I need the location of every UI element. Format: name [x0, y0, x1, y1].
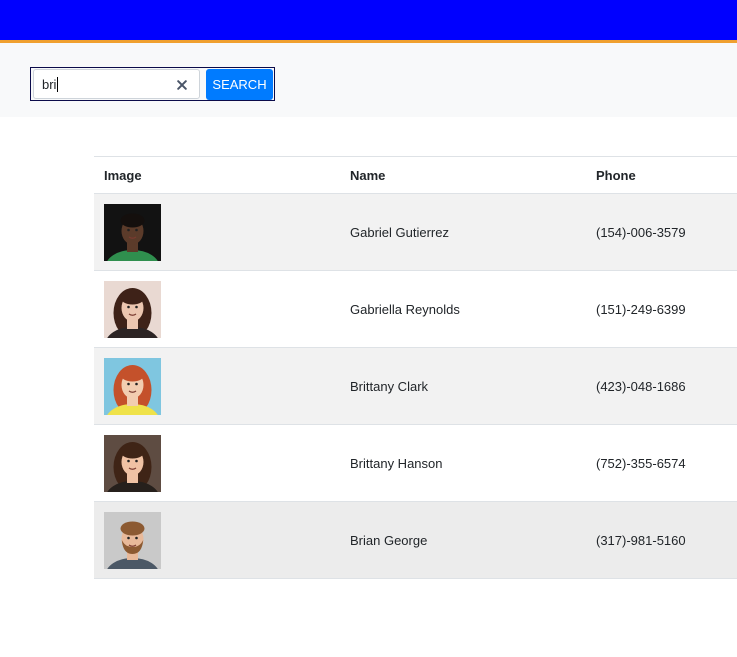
avatar [104, 434, 161, 492]
image-cell [94, 194, 340, 270]
table-body: Gabriel Gutierrez (154)-006-3579 Gabriel… [94, 194, 737, 579]
avatar [104, 511, 161, 569]
table-row: Gabriel Gutierrez (154)-006-3579 [94, 194, 737, 271]
table-row: Brittany Clark (423)-048-1686 [94, 348, 737, 425]
image-cell [94, 348, 340, 424]
image-cell [94, 271, 340, 347]
image-cell [94, 425, 340, 501]
phone-cell: (423)-048-1686 [596, 378, 686, 394]
top-bar [0, 0, 737, 43]
search-button[interactable]: SEARCH [206, 69, 273, 100]
search-input-wrapper [33, 69, 200, 99]
avatar-image [104, 434, 161, 492]
avatar [104, 280, 161, 338]
avatar-image [104, 280, 161, 338]
image-cell [94, 502, 340, 578]
name-cell: Brittany Clark [350, 378, 429, 394]
search-input[interactable] [33, 69, 200, 99]
close-icon[interactable] [177, 80, 187, 90]
name-cell: Brittany Hanson [350, 455, 443, 471]
phone-cell: (317)-981-5160 [596, 532, 686, 548]
name-cell: Gabriel Gutierrez [350, 224, 449, 240]
table-row: Brian George (317)-981-5160 [94, 502, 737, 579]
table-row: Gabriella Reynolds (151)-249-6399 [94, 271, 737, 348]
avatar-image [104, 203, 161, 261]
avatar-image [104, 357, 161, 415]
name-cell: Gabriella Reynolds [350, 301, 460, 317]
table-header-row: Image Name Phone [94, 157, 737, 194]
phone-cell: (752)-355-6574 [596, 455, 686, 471]
column-header-image: Image [104, 167, 142, 183]
search-form: SEARCH [30, 67, 275, 101]
contacts-table: Image Name Phone Gabriel Gutierrez (154)… [94, 156, 737, 579]
avatar [104, 203, 161, 261]
text-caret [57, 77, 58, 92]
search-band: SEARCH [0, 43, 737, 117]
table-row: Brittany Hanson (752)-355-6574 [94, 425, 737, 502]
avatar-image [104, 511, 161, 569]
avatar [104, 357, 161, 415]
name-cell: Brian George [350, 532, 428, 548]
phone-cell: (154)-006-3579 [596, 224, 686, 240]
phone-cell: (151)-249-6399 [596, 301, 686, 317]
column-header-name: Name [350, 167, 386, 183]
column-header-phone: Phone [596, 167, 636, 183]
